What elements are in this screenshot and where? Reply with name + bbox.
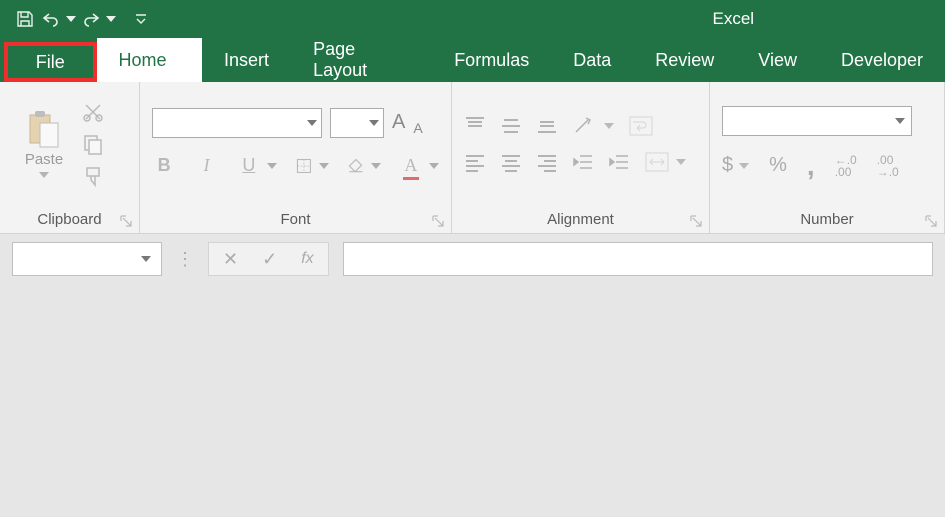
group-font: A A B I U A bbox=[140, 82, 452, 233]
font-color-dropdown-icon[interactable] bbox=[429, 163, 439, 169]
font-color-icon[interactable]: A bbox=[399, 152, 423, 180]
tab-file[interactable]: File bbox=[4, 42, 97, 82]
increase-indent-icon[interactable] bbox=[608, 152, 630, 172]
dialog-launcher-icon[interactable] bbox=[119, 214, 133, 228]
italic-button[interactable]: I bbox=[194, 152, 218, 180]
group-clipboard: Paste Clipboard bbox=[0, 82, 140, 233]
cancel-formula-icon[interactable]: ✕ bbox=[223, 249, 238, 270]
formula-bar: ⋮ ✕ ✓ fx bbox=[0, 234, 945, 284]
formula-bar-expand-icon[interactable]: ⋮ bbox=[176, 249, 194, 270]
accounting-dropdown-icon[interactable] bbox=[739, 163, 749, 169]
decrease-indent-icon[interactable] bbox=[572, 152, 594, 172]
underline-dropdown-icon[interactable] bbox=[267, 163, 277, 169]
cut-icon[interactable] bbox=[82, 101, 104, 123]
group-label-alignment: Alignment bbox=[452, 205, 709, 233]
increase-decimal-icon[interactable]: ←.0.00 bbox=[835, 154, 857, 178]
undo-dropdown-icon[interactable] bbox=[66, 8, 76, 30]
grow-font-icon[interactable]: A bbox=[392, 111, 405, 134]
tab-page-layout[interactable]: Page Layout bbox=[291, 38, 432, 82]
align-left-icon[interactable] bbox=[464, 152, 486, 172]
save-icon[interactable] bbox=[14, 8, 36, 30]
format-painter-icon[interactable] bbox=[82, 165, 104, 187]
group-label-number: Number bbox=[710, 205, 944, 233]
paste-label: Paste bbox=[25, 151, 63, 168]
redo-dropdown-icon[interactable] bbox=[106, 8, 116, 30]
tab-review[interactable]: Review bbox=[633, 38, 736, 82]
dialog-launcher-icon[interactable] bbox=[431, 214, 445, 228]
group-alignment: Alignment bbox=[452, 82, 710, 233]
borders-icon[interactable] bbox=[295, 155, 313, 177]
name-box[interactable] bbox=[12, 242, 162, 276]
qat-customize-icon[interactable] bbox=[130, 8, 152, 30]
copy-icon[interactable] bbox=[82, 133, 104, 155]
tab-data[interactable]: Data bbox=[551, 38, 633, 82]
dialog-launcher-icon[interactable] bbox=[689, 214, 703, 228]
decrease-decimal-icon[interactable]: .00→.0 bbox=[877, 154, 899, 178]
tab-home[interactable]: Home bbox=[97, 38, 202, 82]
percent-format-icon[interactable]: % bbox=[769, 154, 787, 177]
merge-center-icon[interactable] bbox=[644, 151, 670, 173]
fill-color-dropdown-icon[interactable] bbox=[371, 163, 381, 169]
formula-input[interactable] bbox=[343, 242, 933, 276]
accounting-format-icon[interactable]: $ bbox=[722, 154, 733, 177]
confirm-formula-icon[interactable]: ✓ bbox=[262, 249, 277, 270]
app-title: Excel bbox=[713, 9, 755, 29]
group-number: $ % , ←.0.00 .00→.0 Number bbox=[710, 82, 945, 233]
tab-formulas[interactable]: Formulas bbox=[432, 38, 551, 82]
title-bar: Excel bbox=[0, 0, 945, 38]
orientation-dropdown-icon[interactable] bbox=[604, 123, 614, 129]
number-format-combo[interactable] bbox=[722, 106, 912, 136]
merge-dropdown-icon[interactable] bbox=[676, 159, 686, 165]
group-label-font: Font bbox=[140, 205, 451, 233]
align-top-icon[interactable] bbox=[464, 116, 486, 136]
wrap-text-icon[interactable] bbox=[628, 115, 654, 137]
font-family-combo[interactable] bbox=[152, 108, 322, 138]
ribbon-tabs: File Home Insert Page Layout Formulas Da… bbox=[0, 38, 945, 82]
font-size-combo[interactable] bbox=[330, 108, 384, 138]
quick-access-toolbar bbox=[0, 8, 152, 30]
align-right-icon[interactable] bbox=[536, 152, 558, 172]
undo-icon[interactable] bbox=[40, 8, 62, 30]
underline-button[interactable]: U bbox=[237, 152, 261, 180]
align-bottom-icon[interactable] bbox=[536, 116, 558, 136]
ribbon: Paste Clipboard A A bbox=[0, 82, 945, 234]
borders-dropdown-icon[interactable] bbox=[319, 163, 329, 169]
paste-icon bbox=[26, 109, 62, 149]
redo-icon[interactable] bbox=[80, 8, 102, 30]
bold-button[interactable]: B bbox=[152, 152, 176, 180]
paste-dropdown-icon[interactable] bbox=[39, 172, 49, 178]
tab-insert[interactable]: Insert bbox=[202, 38, 291, 82]
align-center-icon[interactable] bbox=[500, 152, 522, 172]
align-middle-icon[interactable] bbox=[500, 116, 522, 136]
tab-developer[interactable]: Developer bbox=[819, 38, 945, 82]
shrink-font-icon[interactable]: A bbox=[413, 120, 422, 136]
fill-color-icon[interactable] bbox=[347, 155, 365, 177]
dialog-launcher-icon[interactable] bbox=[924, 214, 938, 228]
paste-button[interactable]: Paste bbox=[12, 109, 76, 178]
tab-view[interactable]: View bbox=[736, 38, 819, 82]
group-label-clipboard: Clipboard bbox=[0, 205, 139, 233]
insert-function-icon[interactable]: fx bbox=[301, 250, 313, 268]
orientation-icon[interactable] bbox=[572, 116, 600, 136]
comma-format-icon[interactable]: , bbox=[807, 150, 815, 182]
